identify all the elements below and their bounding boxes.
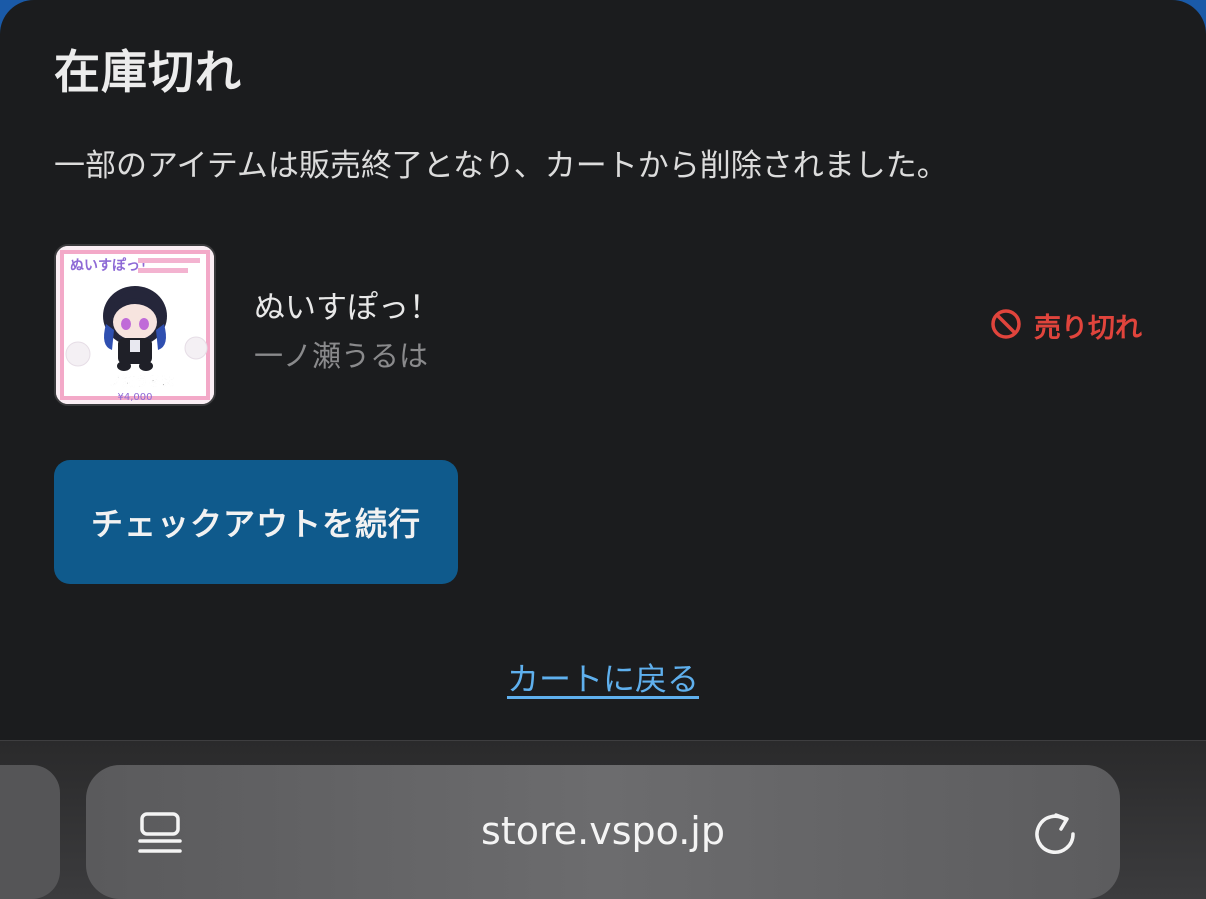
out-of-stock-dialog: 在庫切れ 一部のアイテムは販売終了となり、カートから削除されました。 ぬいすぽっ… — [0, 0, 1206, 899]
url-text[interactable]: store.vspo.jp — [86, 809, 1120, 853]
product-thumbnail: ぬいすぽっ！ 一ノ瀬うるは ¥4,000 — [54, 244, 216, 406]
product-variant: 一ノ瀬うるは — [254, 339, 429, 373]
prohibited-icon — [990, 308, 1022, 344]
browser-toolbar: store.vspo.jp — [0, 740, 1206, 899]
address-bar[interactable]: store.vspo.jp — [86, 765, 1120, 899]
back-to-cart-link[interactable]: カートに戻る — [0, 654, 1206, 700]
thumb-price: ¥4,000 — [118, 392, 153, 403]
sold-out-badge: 売り切れ — [990, 306, 1142, 345]
dialog-title: 在庫切れ — [54, 45, 242, 99]
sold-out-label: 売り切れ — [1034, 313, 1142, 344]
dialog-message: 一部のアイテムは販売終了となり、カートから削除されました。 — [54, 148, 948, 184]
reload-icon[interactable] — [1030, 807, 1080, 861]
continue-checkout-button[interactable]: チェックアウトを続行 — [54, 460, 458, 584]
thumb-caption: 一ノ瀬うるは — [96, 374, 174, 390]
previous-tab-preview[interactable] — [0, 765, 60, 899]
plush-image: ぬいすぽっ！ 一ノ瀬うるは ¥4,000 — [56, 246, 214, 404]
product-name: ぬいすぽっ！ — [254, 290, 440, 326]
